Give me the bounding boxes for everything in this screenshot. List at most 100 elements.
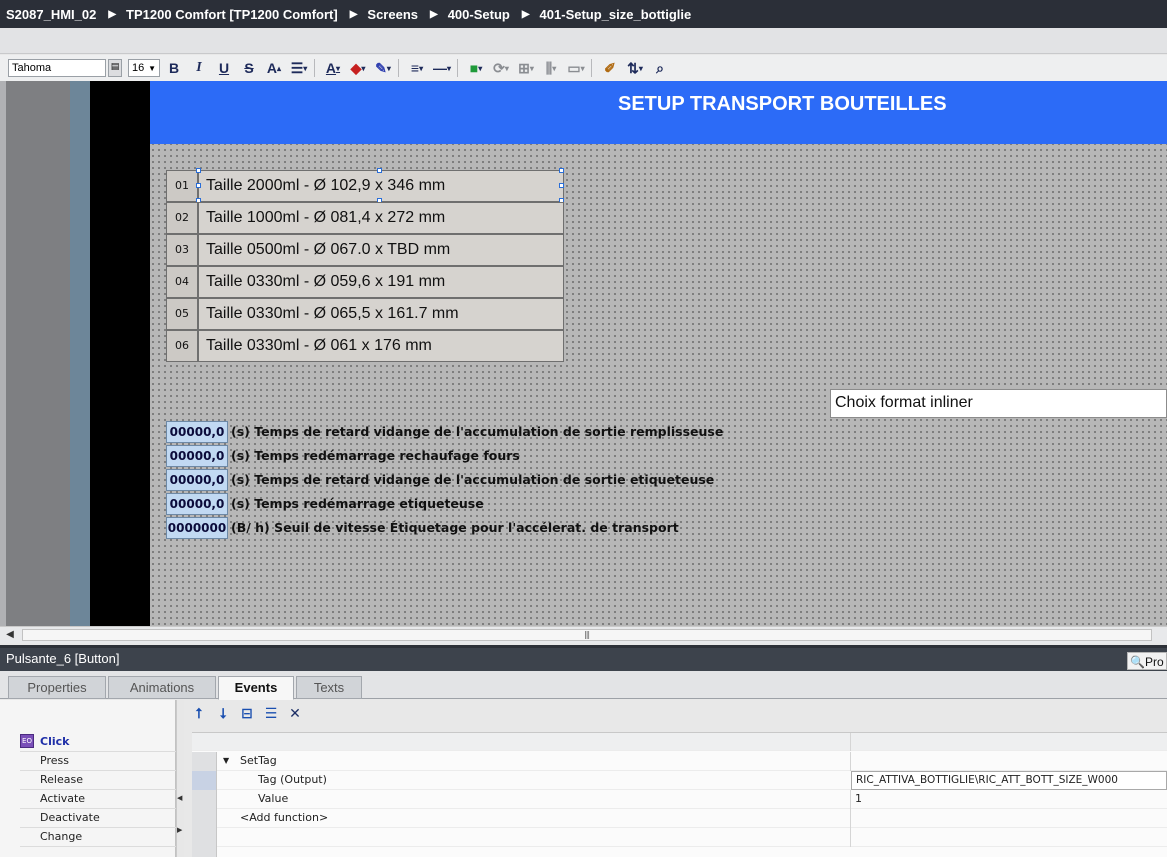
strikethrough-button[interactable]: S: [238, 58, 260, 78]
same-size-icon[interactable]: ▭ ▾: [565, 58, 587, 78]
event-list-scrollbar[interactable]: ◀ ▶: [176, 700, 184, 857]
param-row: 0000000 (B/ h) Seuil de vitesse Étiqueta…: [166, 517, 766, 539]
selection-handle[interactable]: [559, 168, 564, 173]
italic-button[interactable]: I: [188, 58, 210, 78]
chevron-right-icon: ▶: [521, 8, 530, 20]
align-icon[interactable]: ☰ ▾: [288, 58, 310, 78]
horizontal-scrollbar[interactable]: ◀ |||: [0, 626, 1167, 643]
collapse-all-icon[interactable]: ⊟: [238, 705, 256, 723]
font-grow-label: A: [266, 60, 278, 76]
selection-handle[interactable]: [559, 183, 564, 188]
selection-handle[interactable]: [196, 168, 201, 173]
size-button-number: 03: [166, 234, 198, 266]
param-row: 00000,0 (s) Temps redémarrage etiqueteus…: [166, 493, 766, 515]
param-input-field[interactable]: 00000,0: [166, 469, 228, 491]
format-choice-field[interactable]: Choix format inliner: [830, 389, 1167, 418]
chevron-left-icon[interactable]: ◀: [177, 794, 182, 802]
param-name: Value: [258, 792, 289, 805]
brush-color-icon[interactable]: ✎ ▾: [372, 58, 394, 78]
function-list-grid: ▼ SetTag Tag (Output) RIC_ATTIVA_BOTTIGL…: [192, 732, 1167, 857]
event-release[interactable]: Release: [40, 773, 83, 786]
scroll-left-icon[interactable]: ◀: [2, 628, 18, 642]
size-button-02[interactable]: 02 Taille 1000ml - Ø 081,4 x 272 mm: [166, 202, 564, 234]
tab-texts[interactable]: Texts: [296, 676, 362, 699]
line-width-icon[interactable]: ≡ ▾: [406, 58, 428, 78]
breadcrumb-project[interactable]: S2087_HMI_02: [6, 7, 96, 22]
move-down-icon[interactable]: ⭣: [214, 705, 232, 723]
size-button-03[interactable]: 03 Taille 0500ml - Ø 067.0 x TBD mm: [166, 234, 564, 266]
event-activate[interactable]: Activate: [40, 792, 85, 805]
delete-icon[interactable]: ✕: [286, 705, 304, 723]
rotate-icon[interactable]: ⟳ ▾: [490, 58, 512, 78]
font-name-field[interactable]: Tahoma: [8, 59, 106, 77]
column-divider: [850, 828, 851, 847]
format-painter-icon[interactable]: ✐: [599, 58, 621, 78]
bold-button[interactable]: B: [163, 58, 185, 78]
chevron-right-icon: ▶: [349, 8, 358, 20]
tab-properties[interactable]: Properties: [8, 676, 106, 699]
size-button-04[interactable]: 04 Taille 0330ml - Ø 059,6 x 191 mm: [166, 266, 564, 298]
screen-header: SETUP TRANSPORT BOUTEILLES: [150, 81, 1167, 144]
move-up-icon[interactable]: ⭡: [190, 705, 208, 723]
toolbar-divider: [457, 59, 458, 77]
row-selector[interactable]: [192, 809, 217, 828]
param-label: (s) Temps redémarrage rechaufage fours: [231, 448, 520, 463]
size-button-06[interactable]: 06 Taille 0330ml - Ø 061 x 176 mm: [166, 330, 564, 362]
format-toolbar: Tahoma ▤ 16 ▼ B I U S A ▴ ☰ ▾ A ▾ ◆ ▾ ✎ ▾ ≡ ▾ —…: [0, 55, 1167, 81]
expand-triangle-icon[interactable]: ▼: [223, 756, 229, 765]
function-name: SetTag: [240, 754, 277, 767]
add-function-link[interactable]: <Add function>: [240, 811, 328, 824]
screen-canvas[interactable]: SETUP TRANSPORT BOUTEILLES 01 Taille 200…: [150, 81, 1167, 626]
chevron-right-icon[interactable]: ▶: [177, 826, 182, 834]
breadcrumb-screen[interactable]: 401-Setup_size_bottiglie: [540, 7, 692, 22]
breadcrumb-device[interactable]: TP1200 Comfort [TP1200 Comfort]: [126, 7, 338, 22]
font-size-field[interactable]: 16 ▼: [128, 59, 160, 77]
column-divider: [850, 752, 851, 771]
editor-top-band: [0, 28, 1167, 54]
row-selector[interactable]: [192, 771, 217, 790]
empty-row: [192, 828, 1167, 847]
add-function-row[interactable]: <Add function>: [192, 809, 1167, 828]
font-grow-button[interactable]: A ▴: [263, 58, 285, 78]
selection-handle[interactable]: [377, 168, 382, 173]
param-input-field[interactable]: 00000,0: [166, 445, 228, 467]
param-input-field[interactable]: 00000,0: [166, 493, 228, 515]
event-change[interactable]: Change: [40, 830, 82, 843]
row-selector[interactable]: [192, 847, 217, 857]
row-selector[interactable]: [192, 828, 217, 847]
event-deactivate[interactable]: Deactivate: [40, 811, 100, 824]
breadcrumb-folder[interactable]: 400-Setup: [448, 7, 510, 22]
param-row[interactable]: Tag (Output) RIC_ATTIVA_BOTTIGLIE\RIC_AT…: [192, 771, 1167, 790]
font-picker-icon[interactable]: ▤: [108, 59, 122, 77]
layer-icon[interactable]: ■ ▾: [465, 58, 487, 78]
event-press[interactable]: Press: [40, 754, 69, 767]
fill-color-icon[interactable]: ◆ ▾: [347, 58, 369, 78]
tag-input-field[interactable]: RIC_ATTIVA_BOTTIGLIE\RIC_ATT_BOTT_SIZE_W…: [851, 771, 1167, 790]
properties-view-button[interactable]: 🔍Pro: [1127, 652, 1167, 670]
sort-icon[interactable]: ⇅ ▾: [624, 58, 646, 78]
function-row[interactable]: ▼ SetTag: [192, 752, 1167, 771]
row-selector[interactable]: [192, 752, 217, 771]
size-button-label: Taille 1000ml - Ø 081,4 x 272 mm: [198, 202, 564, 234]
event-list: EO Click Press Release Activate Deactiva…: [0, 700, 176, 857]
row-selector[interactable]: [192, 790, 217, 809]
param-row: 00000,0 (s) Temps de retard vidange de l…: [166, 469, 766, 491]
distribute-icon[interactable]: ⫼ ▾: [540, 58, 562, 78]
expand-all-icon[interactable]: ☰: [262, 705, 280, 723]
param-input-field[interactable]: 0000000: [166, 517, 228, 539]
param-input-field[interactable]: 00000,0: [166, 421, 228, 443]
underline-button[interactable]: U: [213, 58, 235, 78]
event-click[interactable]: Click: [40, 735, 69, 748]
size-button-05[interactable]: 05 Taille 0330ml - Ø 065,5 x 161.7 mm: [166, 298, 564, 330]
align-objects-icon[interactable]: ⊞ ▾: [515, 58, 537, 78]
tab-events[interactable]: Events: [218, 676, 294, 700]
param-row[interactable]: Value 1: [192, 790, 1167, 809]
font-color-button[interactable]: A ▾: [322, 58, 344, 78]
zoom-icon[interactable]: ⌕: [649, 58, 671, 78]
breadcrumb-screens[interactable]: Screens: [367, 7, 418, 22]
line-style-icon[interactable]: — ▾: [431, 58, 453, 78]
tab-animations[interactable]: Animations: [108, 676, 216, 699]
selection-handle[interactable]: [196, 183, 201, 188]
size-button-01[interactable]: 01 Taille 2000ml - Ø 102,9 x 346 mm: [166, 168, 564, 203]
font-size-value: 16: [132, 62, 145, 74]
